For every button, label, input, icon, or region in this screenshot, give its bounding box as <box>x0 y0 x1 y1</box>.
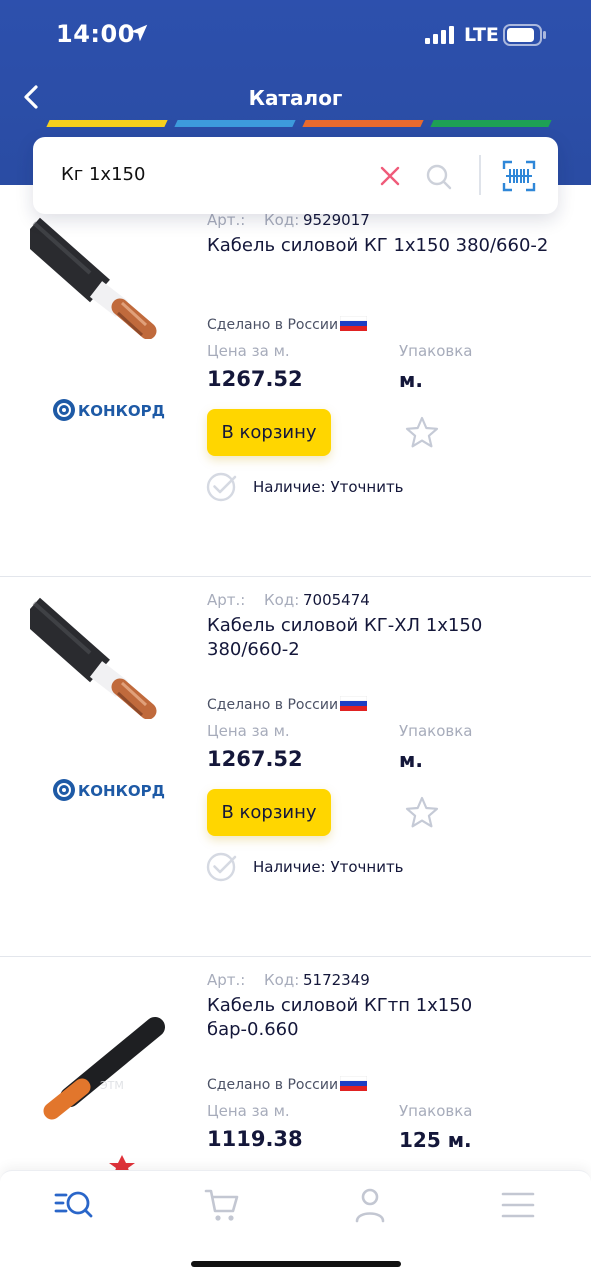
package-value: 125 м. <box>399 1128 472 1152</box>
brand-logo: КОНКОРД <box>53 779 165 801</box>
search-icon[interactable] <box>425 163 453 191</box>
package-label: Упаковка <box>399 1102 473 1120</box>
russia-flag-icon <box>340 696 367 711</box>
stripe-blue <box>174 120 296 127</box>
signal-icon <box>425 26 454 44</box>
battery-icon <box>503 24 546 46</box>
svg-text:КОНКОРД: КОНКОРД <box>78 402 165 420</box>
availability-check-icon <box>206 472 237 502</box>
made-in-label: Сделано в России <box>207 1077 339 1093</box>
product-card[interactable]: КОНКОРД Арт.: Код: 9529017 Кабель силово… <box>0 197 591 577</box>
product-name[interactable]: Кабель силовой КГ 1х150 380/660-2 <box>207 234 557 258</box>
favorite-star-icon[interactable] <box>404 415 440 451</box>
russia-flag-icon <box>340 316 367 331</box>
code-label: Код: <box>264 591 300 609</box>
russia-flag-icon <box>340 1076 367 1091</box>
product-name[interactable]: Кабель силовой КГ-ХЛ 1х150 380/660-2 <box>207 614 487 662</box>
search-input[interactable]: Кг 1х150 <box>61 164 145 185</box>
favorite-star-icon[interactable] <box>404 795 440 831</box>
home-indicator <box>191 1261 401 1267</box>
brand-logo: КОНКОРД <box>53 399 165 421</box>
status-time: 14:00 <box>56 20 135 48</box>
product-code: 7005474 <box>303 591 370 609</box>
availability-text: Наличие: Уточнить <box>253 858 404 876</box>
svg-text:КОНКОРД: КОНКОРД <box>78 782 165 800</box>
stripe-orange <box>302 120 424 127</box>
search-bar[interactable]: Кг 1х150 <box>33 137 558 214</box>
package-value: м. <box>399 368 423 392</box>
cart-icon[interactable] <box>200 1185 244 1225</box>
availability-text: Наличие: Уточнить <box>253 478 404 496</box>
product-name[interactable]: Кабель силовой КГтп 1х150 бар-0.660 <box>207 994 477 1042</box>
cable-product-image[interactable] <box>30 209 170 339</box>
product-price: 1119.38 <box>207 1127 303 1151</box>
profile-icon[interactable] <box>348 1185 392 1225</box>
product-card[interactable]: КОНКОРД Арт.: Код: 7005474 Кабель силово… <box>0 577 591 957</box>
cable-product-image[interactable]: ЭТМ <box>30 997 170 1127</box>
price-label: Цена за м. <box>207 722 290 740</box>
stripe-yellow <box>46 120 168 127</box>
package-label: Упаковка <box>399 722 473 740</box>
code-label: Код: <box>264 971 300 989</box>
product-price: 1267.52 <box>207 747 303 771</box>
made-in-label: Сделано в России <box>207 317 339 333</box>
product-code: 5172349 <box>303 971 370 989</box>
article-label: Арт.: <box>207 591 246 609</box>
status-bar: 14:00 LTE <box>0 18 591 54</box>
network-type: LTE <box>464 24 499 46</box>
cable-product-image[interactable] <box>30 589 170 719</box>
price-label: Цена за м. <box>207 342 290 360</box>
made-in-label: Сделано в России <box>207 697 339 713</box>
page-title: Каталог <box>248 86 343 110</box>
close-icon[interactable] <box>379 165 401 187</box>
barcode-scan-icon[interactable] <box>502 159 536 193</box>
search-divider <box>479 155 481 195</box>
package-label: Упаковка <box>399 342 473 360</box>
add-to-cart-button[interactable]: В корзину <box>207 789 331 836</box>
add-to-cart-button[interactable]: В корзину <box>207 409 331 456</box>
price-label: Цена за м. <box>207 1102 290 1120</box>
menu-icon[interactable] <box>496 1185 540 1225</box>
article-label: Арт.: <box>207 971 246 989</box>
catalog-search-icon[interactable] <box>52 1185 96 1225</box>
package-value: м. <box>399 748 423 772</box>
svg-text:ЭТМ: ЭТМ <box>100 1079 124 1092</box>
availability-check-icon <box>206 852 237 882</box>
product-price: 1267.52 <box>207 367 303 391</box>
stripe-green <box>430 120 552 127</box>
brand-stripes <box>44 120 552 127</box>
location-arrow-icon <box>130 24 148 42</box>
